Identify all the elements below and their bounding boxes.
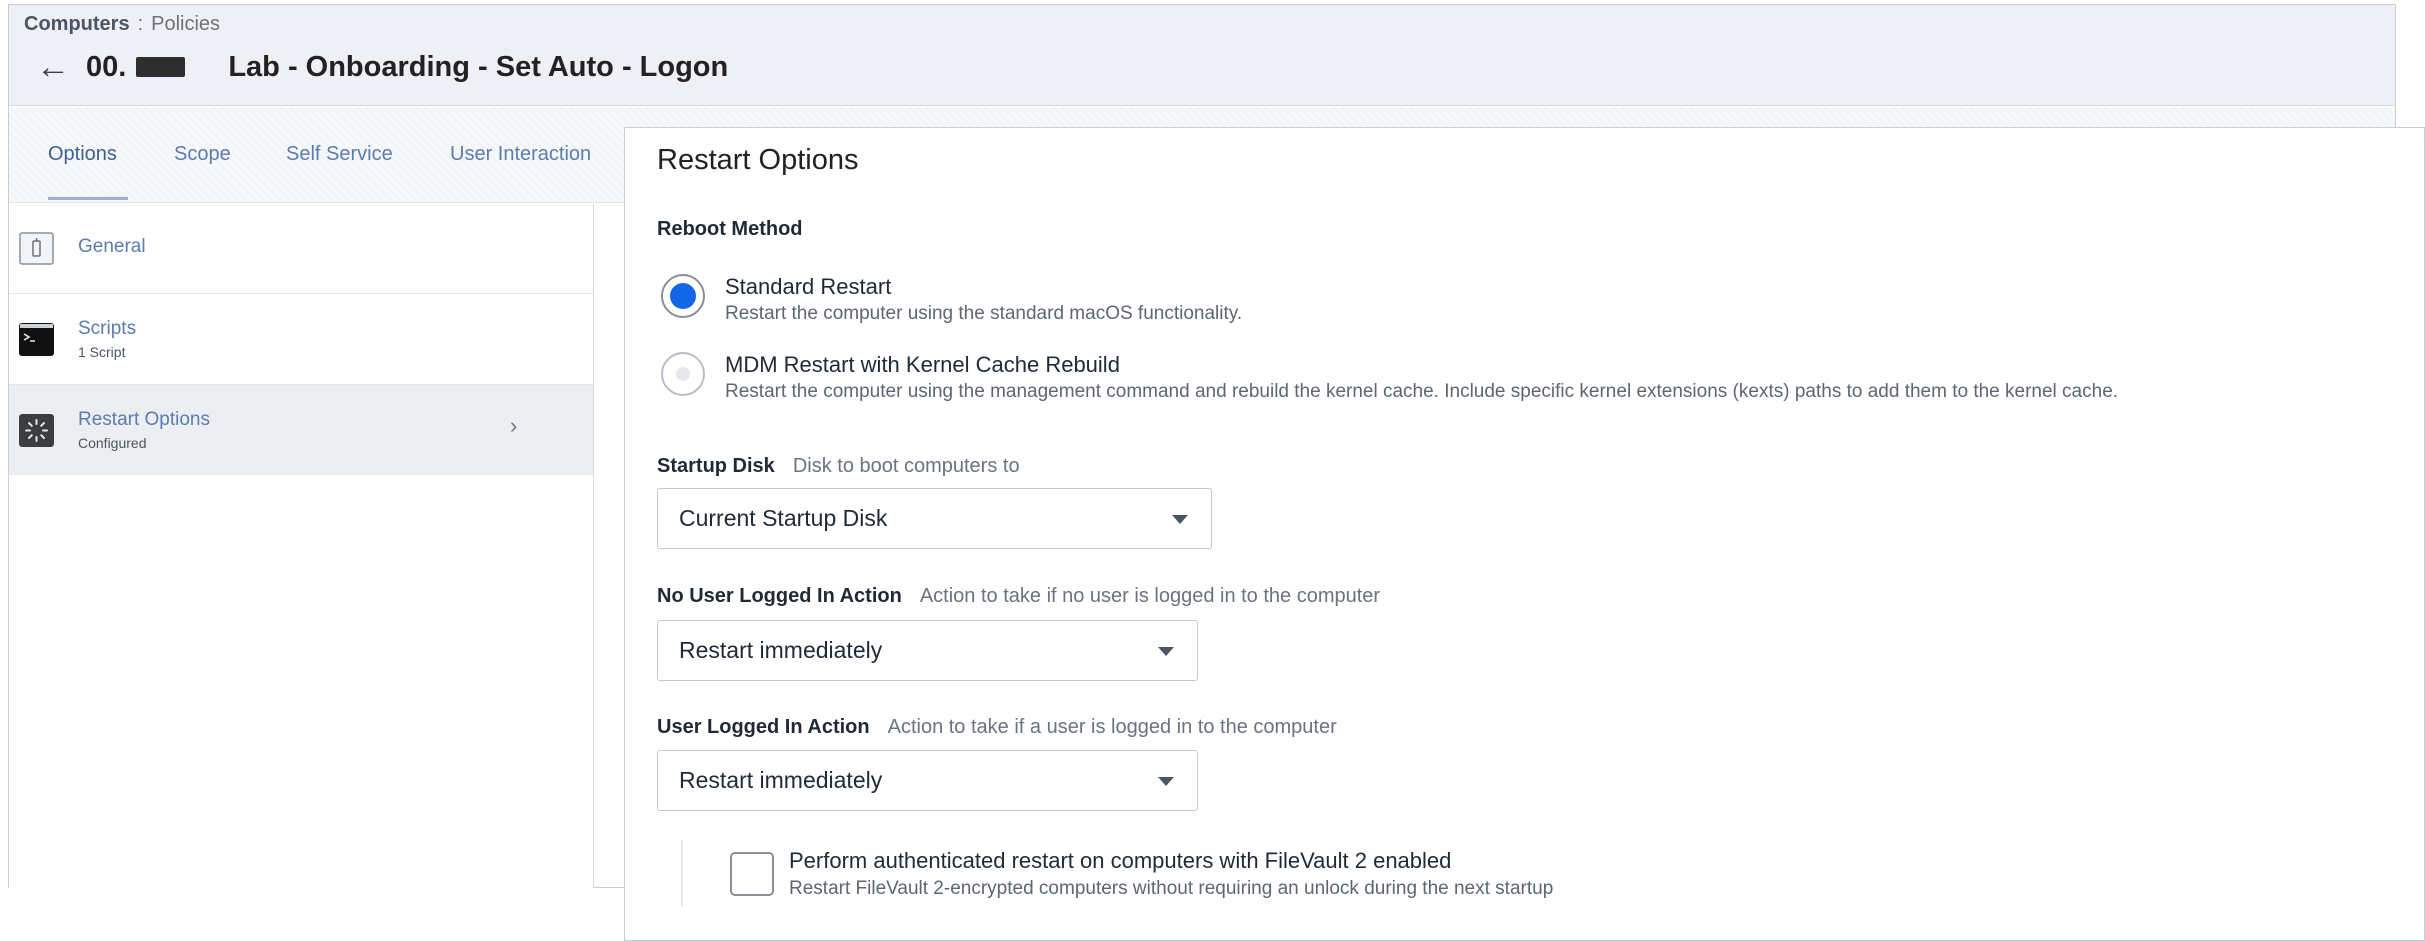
filevault-option: Perform authenticated restart on compute…	[789, 848, 1553, 901]
reboot-method-label: Reboot Method	[657, 218, 803, 240]
no-user-action-value: Restart immediately	[679, 637, 883, 663]
restart-icon	[19, 414, 54, 447]
user-action-value: Restart immediately	[679, 767, 883, 793]
filevault-title: Perform authenticated restart on compute…	[789, 848, 1452, 873]
no-user-action-label: No User Logged In Action Action to take i…	[657, 585, 1380, 608]
radio-button[interactable]	[661, 352, 705, 396]
sidebar-item-sublabel: 1 Script	[78, 344, 126, 360]
radio-standard-restart[interactable]: Standard Restart Restart the computer us…	[661, 274, 1242, 326]
tab-self-service[interactable]: Self Service	[286, 143, 393, 166]
tab-scope[interactable]: Scope	[174, 143, 231, 166]
page-header: Computers : Policies ← 00. Lab - Onboard…	[9, 5, 2395, 106]
terminal-icon	[19, 323, 54, 356]
radio-description: Restart the computer using the managemen…	[725, 381, 2119, 402]
sidebar-item-scripts[interactable]: Scripts 1 Script	[9, 294, 593, 385]
page-title: Lab - Onboarding - Set Auto - Logon	[228, 50, 729, 83]
user-action-select[interactable]: Restart immediately	[657, 750, 1198, 811]
caret-down-icon	[1172, 515, 1188, 524]
no-user-action-title: No User Logged In Action	[657, 585, 902, 607]
radio-mdm-restart[interactable]: MDM Restart with Kernel Cache Rebuild Re…	[661, 352, 2118, 404]
caret-down-icon	[1158, 647, 1174, 656]
user-action-label: User Logged In Action Action to take if a…	[657, 716, 1337, 739]
back-arrow-icon[interactable]: ←	[36, 47, 76, 87]
tab-user-interaction[interactable]: User Interaction	[450, 143, 591, 166]
title-row: ← 00. Lab - Onboarding - Set Auto - Logo…	[36, 47, 728, 87]
sidebar-item-general[interactable]: General	[9, 204, 593, 294]
sidebar: General Scripts 1 Script Restart Options…	[9, 204, 594, 888]
sidebar-item-restart-options[interactable]: Restart Options Configured ›	[9, 385, 593, 475]
radio-button-selected[interactable]	[661, 274, 705, 318]
startup-disk-value: Current Startup Disk	[679, 505, 888, 531]
user-action-hint: Action to take if a user is logged in to…	[887, 716, 1337, 738]
caret-down-icon	[1158, 777, 1174, 786]
breadcrumb-computers[interactable]: Computers	[24, 13, 130, 36]
breadcrumb-policies[interactable]: Policies	[151, 13, 220, 36]
no-user-action-hint: Action to take if no user is logged in t…	[919, 585, 1381, 607]
filevault-checkbox[interactable]	[730, 852, 774, 896]
radio-text: Standard Restart Restart the computer us…	[725, 274, 1242, 326]
user-action-title: User Logged In Action	[657, 716, 870, 738]
radio-description: Restart the computer using the standard …	[725, 303, 1243, 324]
title-prefix: 00.	[86, 50, 127, 83]
filevault-description: Restart FileVault 2-encrypted computers …	[789, 878, 1554, 899]
active-tab-indicator	[48, 197, 128, 200]
indent-guide	[681, 840, 683, 906]
no-user-action-select[interactable]: Restart immediately	[657, 620, 1198, 681]
sidebar-item-label: General	[78, 236, 146, 257]
tab-options[interactable]: Options	[48, 143, 117, 166]
startup-disk-label: Startup Disk Disk to boot computers to	[657, 455, 1020, 478]
redacted-block	[136, 57, 186, 77]
panel-title: Restart Options	[657, 144, 859, 176]
sidebar-item-label: Restart Options	[78, 409, 210, 430]
radio-text: MDM Restart with Kernel Cache Rebuild Re…	[725, 352, 2118, 404]
sidebar-item-label: Scripts	[78, 318, 137, 339]
breadcrumb-separator: :	[137, 13, 144, 35]
restart-options-panel: Restart Options Reboot Method Standard R…	[624, 127, 2425, 941]
breadcrumb: Computers : Policies	[24, 13, 220, 36]
startup-disk-title: Startup Disk	[657, 455, 775, 477]
radio-title: Standard Restart	[725, 274, 892, 299]
radio-title: MDM Restart with Kernel Cache Rebuild	[725, 352, 1120, 377]
sidebar-item-sublabel: Configured	[78, 435, 147, 451]
startup-disk-hint: Disk to boot computers to	[792, 455, 1020, 477]
general-icon	[19, 232, 54, 265]
chevron-right-icon: ›	[510, 413, 518, 438]
startup-disk-select[interactable]: Current Startup Disk	[657, 488, 1212, 549]
